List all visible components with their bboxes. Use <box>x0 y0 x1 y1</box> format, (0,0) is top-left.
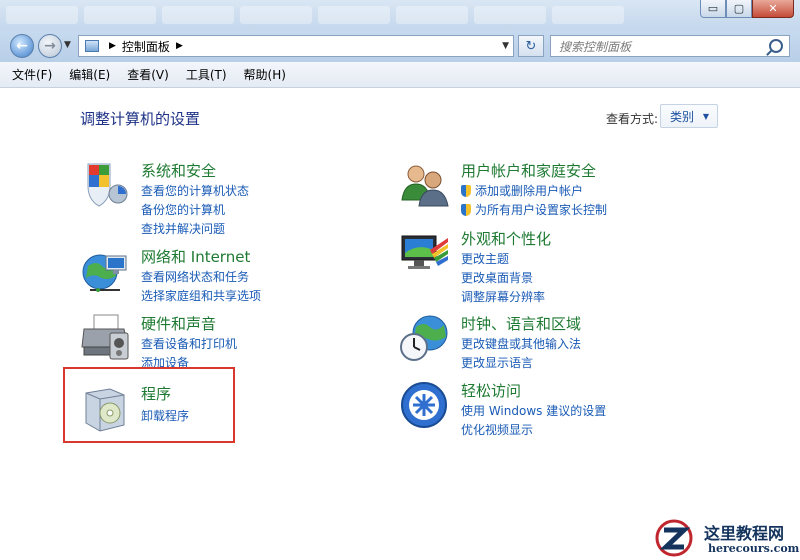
monitor-palette-icon <box>401 235 448 269</box>
close-icon: ✕ <box>768 2 778 15</box>
menu-help[interactable]: 帮助(H) <box>244 66 286 83</box>
view-by-value: 类别 <box>670 109 695 124</box>
watermark: 这里教程网 herecours.com <box>654 516 800 560</box>
window-controls: ▭ ▢ ✕ <box>700 0 794 20</box>
menu-file[interactable]: 文件(F) <box>12 66 52 83</box>
watermark-logo-icon <box>655 519 693 557</box>
address-dropdown-icon[interactable]: ▼ <box>502 41 509 51</box>
taskbar-ghost-tabs <box>0 6 680 24</box>
ghost-tab <box>84 6 156 24</box>
breadcrumb-arrow-icon[interactable]: ▶ <box>176 41 183 51</box>
arrow-right-icon: → <box>44 38 56 54</box>
refresh-button[interactable]: ↻ <box>518 35 544 57</box>
menu-edit[interactable]: 编辑(E) <box>69 66 110 83</box>
link-add-remove-users-label: 添加或删除用户帐户 <box>475 184 584 198</box>
link-homegroup-sharing[interactable]: 选择家庭组和共享选项 <box>141 287 261 304</box>
category-title-network-internet[interactable]: 网络和 Internet <box>141 246 250 267</box>
link-optimize-visual-display[interactable]: 优化视频显示 <box>461 421 533 438</box>
category-title-clock-region[interactable]: 时钟、语言和区域 <box>461 313 581 334</box>
forward-button[interactable]: → <box>38 34 62 58</box>
uac-shield-icon <box>461 204 471 216</box>
category-user-accounts: 用户帐户和家庭安全 添加或删除用户帐户 为所有用户设置家长控制 <box>400 160 700 220</box>
link-adjust-resolution[interactable]: 调整屏幕分辨率 <box>461 288 545 305</box>
category-hardware-sound: 硬件和声音 查看设备和打印机 添加设备 <box>80 313 380 373</box>
category-title-ease-of-access[interactable]: 轻松访问 <box>461 380 521 401</box>
link-change-desktop-background[interactable]: 更改桌面背景 <box>461 269 533 286</box>
search-input[interactable]: 搜索控制面板 <box>550 35 790 57</box>
link-parental-controls[interactable]: 为所有用户设置家长控制 <box>461 201 607 218</box>
control-panel-icon <box>85 40 99 52</box>
maximize-icon: ▢ <box>733 2 745 15</box>
link-change-keyboard-input[interactable]: 更改键盘或其他输入法 <box>461 335 581 352</box>
ghost-tab <box>318 6 390 24</box>
address-bar[interactable]: ▶ 控制面板 ▶ ▼ <box>78 35 514 57</box>
link-troubleshoot[interactable]: 查找并解决问题 <box>141 220 225 237</box>
clock-globe-icon <box>400 315 448 361</box>
watermark-subtitle: herecours.com <box>708 542 800 555</box>
back-button[interactable]: ← <box>10 34 34 58</box>
close-button[interactable]: ✕ <box>752 0 794 18</box>
chevron-down-icon: ▼ <box>64 40 71 50</box>
link-change-theme[interactable]: 更改主题 <box>461 250 509 267</box>
content-area: 调整计算机的设置 查看方式: 类别 ▼ 系统和安全 查看您的计算机状态 备份您的… <box>0 88 800 560</box>
link-view-network-status[interactable]: 查看网络状态和任务 <box>141 268 249 285</box>
link-parental-controls-label: 为所有用户设置家长控制 <box>475 203 608 217</box>
link-windows-recommended-settings[interactable]: 使用 Windows 建议的设置 <box>461 402 606 419</box>
menu-tools[interactable]: 工具(T) <box>186 66 227 83</box>
uac-shield-icon <box>461 185 471 197</box>
maximize-button[interactable]: ▢ <box>726 0 752 18</box>
ghost-tab <box>474 6 546 24</box>
category-network-internet: 网络和 Internet 查看网络状态和任务 选择家庭组和共享选项 <box>80 246 380 306</box>
menu-bar: 文件(F) 编辑(E) 查看(V) 工具(T) 帮助(H) <box>0 62 800 88</box>
link-backup-computer[interactable]: 备份您的计算机 <box>141 201 225 218</box>
breadcrumb-arrow-icon[interactable]: ▶ <box>109 41 116 51</box>
category-title-appearance[interactable]: 外观和个性化 <box>461 228 551 249</box>
search-placeholder: 搜索控制面板 <box>559 39 632 54</box>
watermark-title: 这里教程网 <box>704 524 785 543</box>
ghost-tab <box>162 6 234 24</box>
chevron-down-icon: ▼ <box>702 112 709 121</box>
printer-icon <box>81 314 129 360</box>
category-ease-of-access: 轻松访问 使用 Windows 建议的设置 优化视频显示 <box>400 380 700 440</box>
ghost-tab <box>552 6 624 24</box>
page-title: 调整计算机的设置 <box>80 110 201 128</box>
link-change-display-language[interactable]: 更改显示语言 <box>461 354 533 371</box>
ghost-tab <box>6 6 78 24</box>
category-clock-region: 时钟、语言和区域 更改键盘或其他输入法 更改显示语言 <box>400 313 700 373</box>
highlight-box <box>63 367 235 443</box>
category-system-security: 系统和安全 查看您的计算机状态 备份您的计算机 查找并解决问题 <box>80 160 380 236</box>
control-panel-window: ▭ ▢ ✕ ← → ▼ ▶ 控制面板 ▶ ▼ ↻ 搜索控制面板 文件(F) 编辑… <box>0 0 800 560</box>
shield-icon <box>87 163 128 207</box>
ease-of-access-icon <box>401 382 447 428</box>
ghost-tab <box>396 6 468 24</box>
menu-view[interactable]: 查看(V) <box>127 66 169 83</box>
link-view-computer-status[interactable]: 查看您的计算机状态 <box>141 182 249 199</box>
globe-network-icon <box>82 254 127 292</box>
view-by-dropdown[interactable]: 类别 ▼ <box>660 104 718 128</box>
refresh-icon: ↻ <box>525 38 537 54</box>
ghost-tab <box>240 6 312 24</box>
navigation-bar: ← → ▼ ▶ 控制面板 ▶ ▼ ↻ 搜索控制面板 <box>0 30 800 62</box>
users-icon <box>401 165 449 207</box>
link-add-remove-users[interactable]: 添加或删除用户帐户 <box>461 182 583 199</box>
category-title-hardware-sound[interactable]: 硬件和声音 <box>141 313 216 334</box>
title-bar: ▭ ▢ ✕ <box>0 0 800 30</box>
recent-pages-dropdown[interactable]: ▼ <box>64 40 71 50</box>
view-by-label: 查看方式: <box>606 112 659 126</box>
link-devices-printers[interactable]: 查看设备和打印机 <box>141 335 237 352</box>
minimize-button[interactable]: ▭ <box>700 0 726 18</box>
category-appearance: 外观和个性化 更改主题 更改桌面背景 调整屏幕分辨率 <box>400 228 700 304</box>
breadcrumb-control-panel[interactable]: 控制面板 <box>122 38 170 55</box>
category-title-user-accounts[interactable]: 用户帐户和家庭安全 <box>461 160 596 181</box>
arrow-left-icon: ← <box>16 38 28 54</box>
category-title-system-security[interactable]: 系统和安全 <box>141 160 216 181</box>
minimize-icon: ▭ <box>707 2 719 15</box>
search-icon[interactable] <box>769 39 783 53</box>
